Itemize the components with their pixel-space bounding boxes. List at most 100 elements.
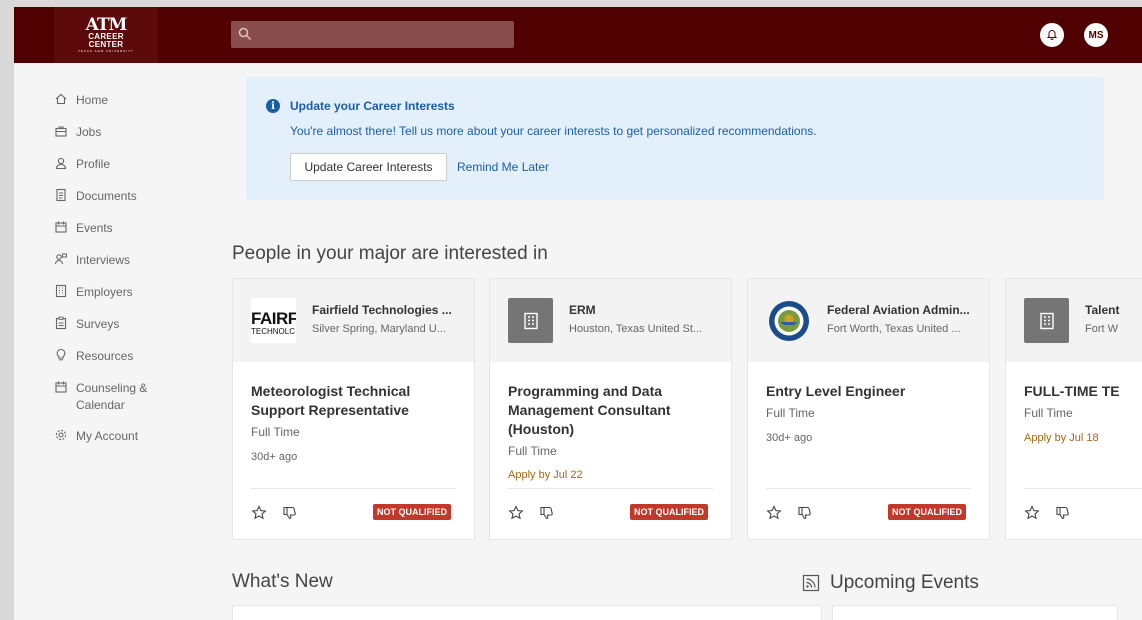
company-logo: FAIRF TECHNOLC	[251, 298, 296, 343]
sidebar-item-jobs[interactable]: Jobs	[54, 124, 101, 141]
company-logo-sub: TECHNOLC	[251, 327, 296, 336]
star-icon[interactable]	[251, 505, 267, 521]
home-icon	[55, 93, 67, 105]
remind-me-later-link[interactable]: Remind Me Later	[457, 160, 549, 174]
sidebar-item-profile[interactable]: Profile	[54, 156, 110, 173]
company-name: Fairfield Technologies ...	[312, 303, 452, 317]
job-card-header: ERM Houston, Texas United St...	[490, 279, 731, 362]
lightbulb-icon	[56, 348, 66, 361]
job-type: Full Time	[508, 444, 557, 458]
sidebar-item-counseling[interactable]: Counseling & Calendar	[54, 380, 147, 414]
company-logo	[508, 298, 553, 343]
job-title[interactable]: Meteorologist Technical Support Represen…	[251, 382, 461, 420]
card-divider	[766, 488, 971, 489]
job-type: Full Time	[1024, 406, 1073, 420]
search-icon	[238, 27, 252, 41]
job-card-header: FAIRF TECHNOLC Fairfield Technologies ..…	[233, 279, 474, 362]
sidebar-item-label-line1: Counseling &	[76, 381, 148, 395]
job-card-header: Talent Fort W	[1006, 279, 1142, 362]
search-input[interactable]	[231, 21, 514, 48]
whats-new-title: What's New	[232, 571, 333, 592]
job-card-header: Federal Aviation Admin... Fort Worth, Te…	[748, 279, 989, 362]
job-type: Full Time	[251, 425, 300, 439]
company-logo-text: FAIRF	[251, 309, 296, 328]
building-icon	[523, 312, 538, 329]
company-location: Houston, Texas United St...	[569, 323, 703, 335]
job-title[interactable]: Programming and Data Management Consulta…	[508, 382, 718, 439]
star-icon[interactable]	[508, 505, 524, 521]
company-name: Talent	[1085, 303, 1120, 317]
apply-by: Apply by Jul 18	[1024, 432, 1099, 444]
interview-icon	[54, 253, 67, 265]
thumbs-down-icon[interactable]	[1055, 505, 1071, 521]
company-name: ERM	[569, 303, 596, 317]
star-icon[interactable]	[1024, 505, 1040, 521]
job-card[interactable]: FAIRF TECHNOLC Fairfield Technologies ..…	[232, 278, 475, 540]
gear-icon	[55, 429, 67, 441]
app-window: ATM CAREER CENTER TEXAS A&M UNIVERSITY M…	[14, 7, 1142, 620]
company-location: Silver Spring, Maryland U...	[312, 323, 446, 335]
sidebar-item-label: Resources	[76, 349, 134, 363]
sidebar-item-label: Surveys	[76, 317, 120, 331]
not-qualified-badge: NOT QUALIFIED	[888, 504, 966, 520]
apply-by: Apply by Jul 22	[508, 469, 583, 481]
company-location: Fort W	[1085, 323, 1118, 335]
sidebar-item-employers[interactable]: Employers	[54, 284, 133, 301]
not-qualified-badge: NOT QUALIFIED	[630, 504, 708, 520]
person-icon	[55, 157, 67, 170]
document-icon	[56, 188, 66, 202]
clipboard-icon	[55, 316, 67, 330]
card-divider	[1024, 488, 1142, 489]
info-icon: i	[266, 99, 280, 113]
job-title[interactable]: Entry Level Engineer	[766, 382, 976, 401]
faa-seal-icon	[766, 298, 811, 343]
sidebar-item-home[interactable]: Home	[54, 92, 108, 109]
sidebar-item-label: Interviews	[76, 253, 131, 267]
banner-title: Update your Career Interests	[290, 99, 455, 113]
company-logo	[1024, 298, 1069, 343]
company-location: Fort Worth, Texas United ...	[827, 323, 961, 335]
sidebar-item-label-line2: Calendar	[76, 398, 125, 412]
logo-line2: CENTER	[88, 40, 124, 49]
sidebar-item-my-account[interactable]: My Account	[54, 428, 138, 445]
top-bar: ATM CAREER CENTER TEXAS A&M UNIVERSITY M…	[14, 7, 1142, 63]
thumbs-down-icon[interactable]	[282, 505, 298, 521]
job-card[interactable]: Talent Fort W FULL-TIME TE Full Time App…	[1005, 278, 1142, 540]
company-name: Federal Aviation Admin...	[827, 303, 970, 317]
career-interests-banner: i Update your Career Interests You're al…	[246, 77, 1104, 200]
career-center-logo[interactable]: ATM CAREER CENTER TEXAS A&M UNIVERSITY	[54, 7, 158, 63]
card-divider	[251, 488, 456, 489]
sidebar-item-interviews[interactable]: Interviews	[54, 252, 130, 269]
sidebar-item-label: Documents	[76, 189, 137, 203]
job-card[interactable]: Federal Aviation Admin... Fort Worth, Te…	[747, 278, 990, 540]
building-icon	[1039, 312, 1054, 329]
bell-icon	[1046, 29, 1058, 40]
job-age: 30d+ ago	[251, 451, 298, 463]
job-type: Full Time	[766, 406, 815, 420]
upcoming-events-panel	[832, 605, 1118, 620]
logo-sub: TEXAS A&M UNIVERSITY	[78, 49, 134, 53]
whats-new-panel	[232, 605, 822, 620]
sidebar-item-label: My Account	[76, 429, 139, 443]
card-divider	[508, 488, 713, 489]
sidebar-item-label: Counseling & Calendar	[76, 380, 147, 414]
update-career-interests-button[interactable]: Update Career Interests	[290, 153, 447, 181]
star-icon[interactable]	[766, 505, 782, 521]
job-title[interactable]: FULL-TIME TE	[1024, 382, 1142, 401]
not-qualified-badge: NOT QUALIFIED	[373, 504, 451, 520]
recommendations-title: People in your major are interested in	[232, 243, 548, 264]
sidebar-item-resources[interactable]: Resources	[54, 348, 133, 365]
sidebar-item-surveys[interactable]: Surveys	[54, 316, 119, 333]
sidebar-item-documents[interactable]: Documents	[54, 188, 137, 205]
sidebar-item-label: Profile	[76, 157, 111, 171]
sidebar-item-label: Events	[76, 221, 113, 235]
avatar[interactable]: MS	[1084, 23, 1108, 47]
thumbs-down-icon[interactable]	[797, 505, 813, 521]
calendar-icon	[55, 381, 67, 393]
job-card[interactable]: ERM Houston, Texas United St... Programm…	[489, 278, 732, 540]
notifications-button[interactable]	[1040, 23, 1064, 47]
sidebar-item-events[interactable]: Events	[54, 220, 113, 237]
upcoming-events-title: Upcoming Events	[830, 572, 979, 593]
thumbs-down-icon[interactable]	[539, 505, 555, 521]
sidebar-item-label: Jobs	[76, 125, 102, 139]
